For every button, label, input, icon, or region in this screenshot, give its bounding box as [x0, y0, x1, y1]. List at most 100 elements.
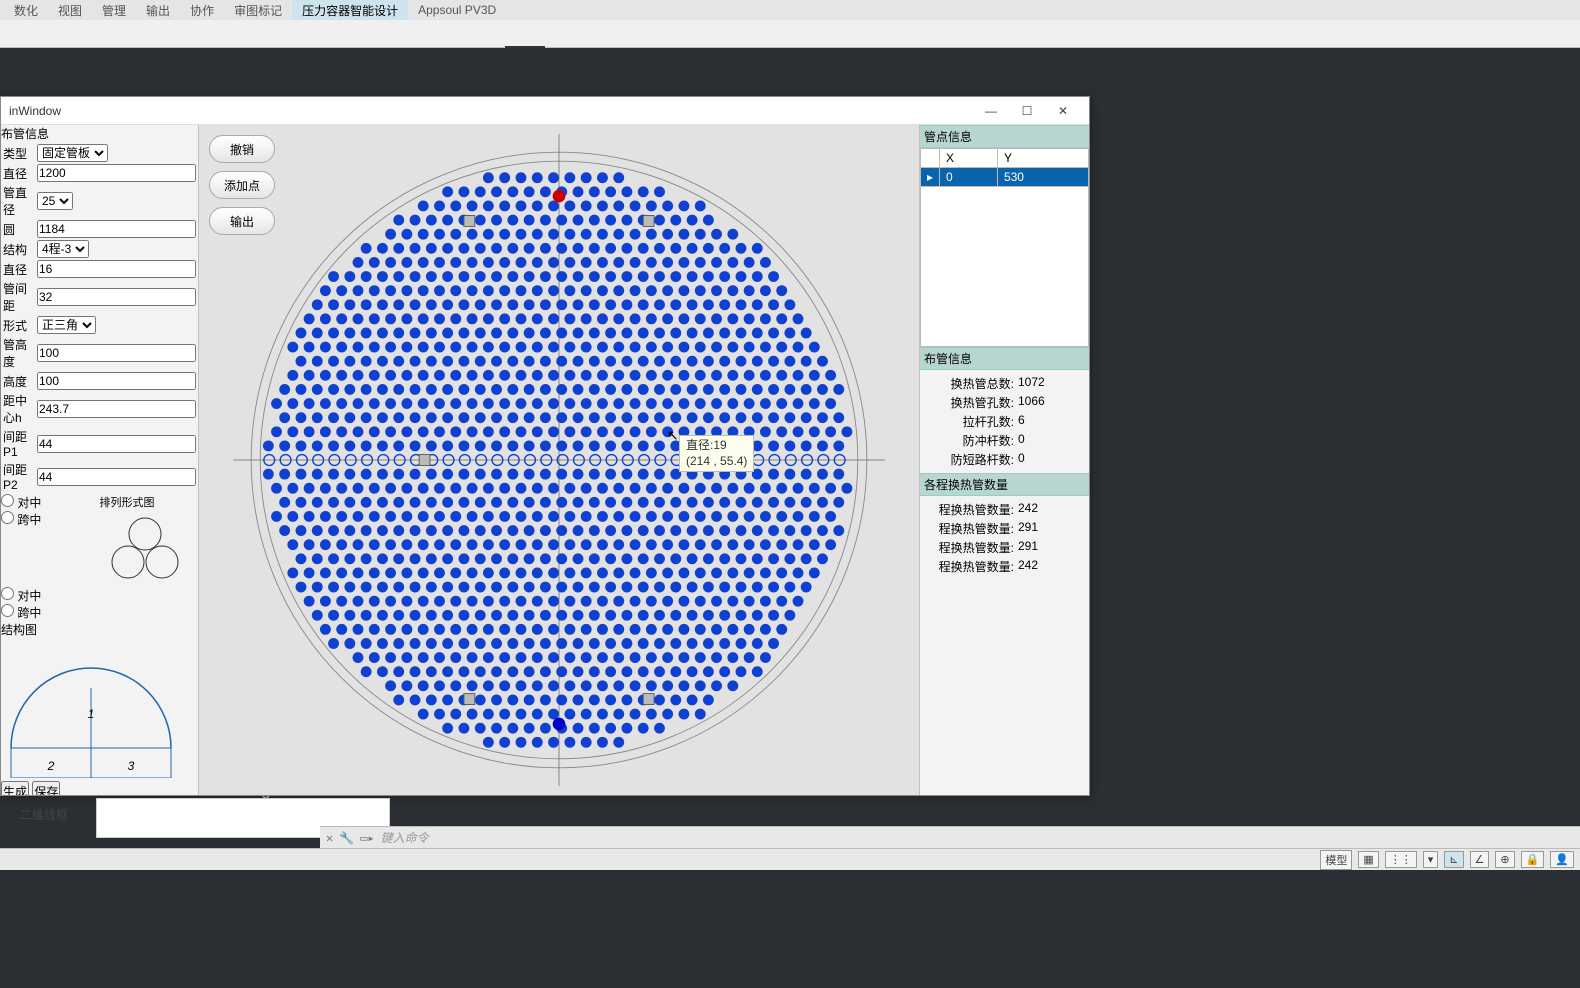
dialog-titlebar[interactable]: inWindow — ☐ ✕ — [1, 97, 1089, 125]
cursor-icon: ↖ — [667, 427, 679, 444]
pattern-icon — [100, 514, 190, 584]
ribbon-tab[interactable]: 压力容器智能设计 — [292, 0, 408, 21]
status-dots-icon[interactable]: ⋮⋮ — [1385, 851, 1417, 868]
cmd-wrench-icon[interactable]: 🔧 — [339, 831, 354, 845]
pattern-title: 排列形式图 — [100, 494, 199, 510]
cmd-placeholder: 键入命令 — [381, 829, 429, 846]
svg-text:1: 1 — [88, 707, 95, 721]
param-header: 布管信息 — [1, 125, 198, 142]
param-label: 管间距 — [3, 280, 35, 314]
viewstyle-label[interactable]: 二维线框 — [20, 806, 68, 823]
passinfo-header: 各程换热管数量 — [920, 473, 1089, 496]
info-row: 程换热管数量:291 — [924, 519, 1085, 538]
param-label: 直径 — [3, 164, 35, 182]
ribbon-tab[interactable]: 审图标记 — [224, 0, 292, 21]
cmd-close-icon[interactable]: ✕ — [326, 831, 333, 845]
param-label: 间距P2 — [3, 461, 35, 492]
info-row: 拉杆孔数:6 — [924, 412, 1085, 431]
status-lock-icon[interactable]: 🔒 — [1521, 851, 1545, 868]
status-person-icon[interactable]: 👤 — [1550, 851, 1574, 868]
save-button[interactable]: 保存 — [32, 781, 60, 795]
status-model[interactable]: 模型 — [1320, 850, 1352, 870]
param-label: 距中心h — [3, 392, 35, 426]
model-space[interactable]: ✕ + inWindow — ☐ ✕ 布管信息 类型固定管板直径管直径25圆结构… — [0, 48, 1580, 988]
tubesheet-canvas[interactable]: 撤销 添加点 输出 直径:19 (214 , 55.4) ↖ — [199, 125, 919, 795]
param-field-0[interactable]: 固定管板 — [37, 144, 108, 162]
param-label: 直径 — [3, 260, 35, 278]
ribbon-toolbar — [0, 20, 1580, 48]
cmd-prompt-icon: ▭▸ — [360, 831, 374, 845]
info-row: 换热管孔数:1066 — [924, 393, 1085, 412]
ribbon-tab[interactable]: Appsoul PV3D — [408, 1, 506, 19]
param-label: 类型 — [3, 144, 35, 162]
status-ortho-icon[interactable]: ⊾ — [1444, 851, 1463, 868]
param-field-8[interactable] — [37, 344, 196, 362]
command-bar[interactable]: ✕ 🔧 ▭▸ 键入命令 — [320, 826, 1580, 848]
dialog-title: inWindow — [9, 104, 973, 118]
param-panel[interactable]: 布管信息 类型固定管板直径管直径25圆结构4程-3直径管间距形式正三角管高度高度… — [1, 125, 199, 795]
info-row: 防冲杆数:0 — [924, 431, 1085, 450]
export-button[interactable]: 输出 — [209, 207, 275, 235]
col-y[interactable]: Y — [997, 149, 1088, 168]
info-row: 换热管总数:1072 — [924, 374, 1085, 393]
ribbon-tab[interactable]: 输出 — [136, 0, 180, 21]
close-button[interactable]: ✕ — [1045, 98, 1081, 124]
info-row: 防短路杆数:0 — [924, 450, 1085, 469]
maximize-button[interactable]: ☐ — [1009, 98, 1045, 124]
svg-text:2: 2 — [47, 759, 55, 773]
param-field-6[interactable] — [37, 288, 196, 306]
col-x[interactable]: X — [940, 149, 998, 168]
info-row: 程换热管数量:242 — [924, 557, 1085, 576]
param-field-11[interactable] — [37, 435, 196, 453]
point-row-selected[interactable]: ▸ 0 530 — [921, 168, 1089, 187]
param-field-5[interactable] — [37, 260, 196, 278]
radio-b-1[interactable]: 对中 — [1, 589, 41, 603]
undo-button[interactable]: 撤销 — [209, 135, 275, 163]
status-grid-icon[interactable]: ▦ — [1358, 851, 1378, 868]
ribbon-tab[interactable]: 协作 — [180, 0, 224, 21]
status-dropdown-icon[interactable]: ▾ — [1423, 851, 1439, 868]
status-bar: 模型 ▦ ⋮⋮ ▾ ⊾ ∠ ⊕ 🔒 👤 — [0, 848, 1580, 870]
param-field-1[interactable] — [37, 164, 196, 182]
param-label: 结构 — [3, 240, 35, 258]
tube-layout-dialog: inWindow — ☐ ✕ 布管信息 类型固定管板直径管直径25圆结构4程-3… — [0, 96, 1090, 796]
struct-preview: 1 2 3 — [1, 638, 198, 781]
ribbon-tab[interactable]: 数化 — [4, 0, 48, 21]
param-field-10[interactable] — [37, 400, 196, 418]
minimize-button[interactable]: — — [973, 98, 1009, 124]
ribbon-tab[interactable]: 视图 — [48, 0, 92, 21]
info-row: 程换热管数量:242 — [924, 500, 1085, 519]
layoutinfo-header: 布管信息 — [920, 347, 1089, 370]
param-label: 圆 — [3, 220, 35, 238]
pointinfo-header: 管点信息 — [920, 125, 1089, 148]
radio-a-2[interactable]: 跨中 — [1, 513, 41, 527]
param-label: 高度 — [3, 372, 35, 390]
param-field-7[interactable]: 正三角 — [37, 316, 96, 334]
svg-text:3: 3 — [128, 759, 135, 773]
tubesheet-svg[interactable] — [199, 125, 919, 795]
param-label: 间距P1 — [3, 428, 35, 459]
info-panel: 管点信息 X Y ▸ 0 530 布管信息 换热管总数:1072换热管孔数:1 — [919, 125, 1089, 795]
radio-b-2[interactable]: 跨中 — [1, 606, 41, 620]
ribbon-tab-strip: 数化视图管理输出协作审图标记压力容器智能设计Appsoul PV3D — [0, 0, 1580, 20]
param-field-9[interactable] — [37, 372, 196, 390]
param-label: 管高度 — [3, 336, 35, 370]
addpoint-button[interactable]: 添加点 — [209, 171, 275, 199]
info-row: 程换热管数量:291 — [924, 538, 1085, 557]
point-table-empty[interactable] — [920, 187, 1089, 347]
generate-button[interactable]: 生成 — [1, 781, 29, 795]
ribbon-tab[interactable]: 管理 — [92, 0, 136, 21]
pattern-preview: 排列形式图 — [100, 494, 199, 587]
hover-tooltip: 直径:19 (214 , 55.4) — [679, 435, 754, 472]
param-label: 管直径 — [3, 184, 35, 218]
param-field-4[interactable]: 4程-3 — [37, 240, 89, 258]
status-angle-icon[interactable]: ∠ — [1470, 851, 1490, 868]
status-snap-icon[interactable]: ⊕ — [1495, 851, 1514, 868]
param-field-3[interactable] — [37, 220, 196, 238]
param-field-12[interactable] — [37, 468, 196, 486]
struct-header: 结构图 — [1, 621, 198, 638]
radio-a-1[interactable]: 对中 — [1, 496, 41, 510]
param-label: 形式 — [3, 316, 35, 334]
param-field-2[interactable]: 25 — [37, 192, 73, 210]
point-table[interactable]: X Y ▸ 0 530 — [920, 148, 1089, 187]
